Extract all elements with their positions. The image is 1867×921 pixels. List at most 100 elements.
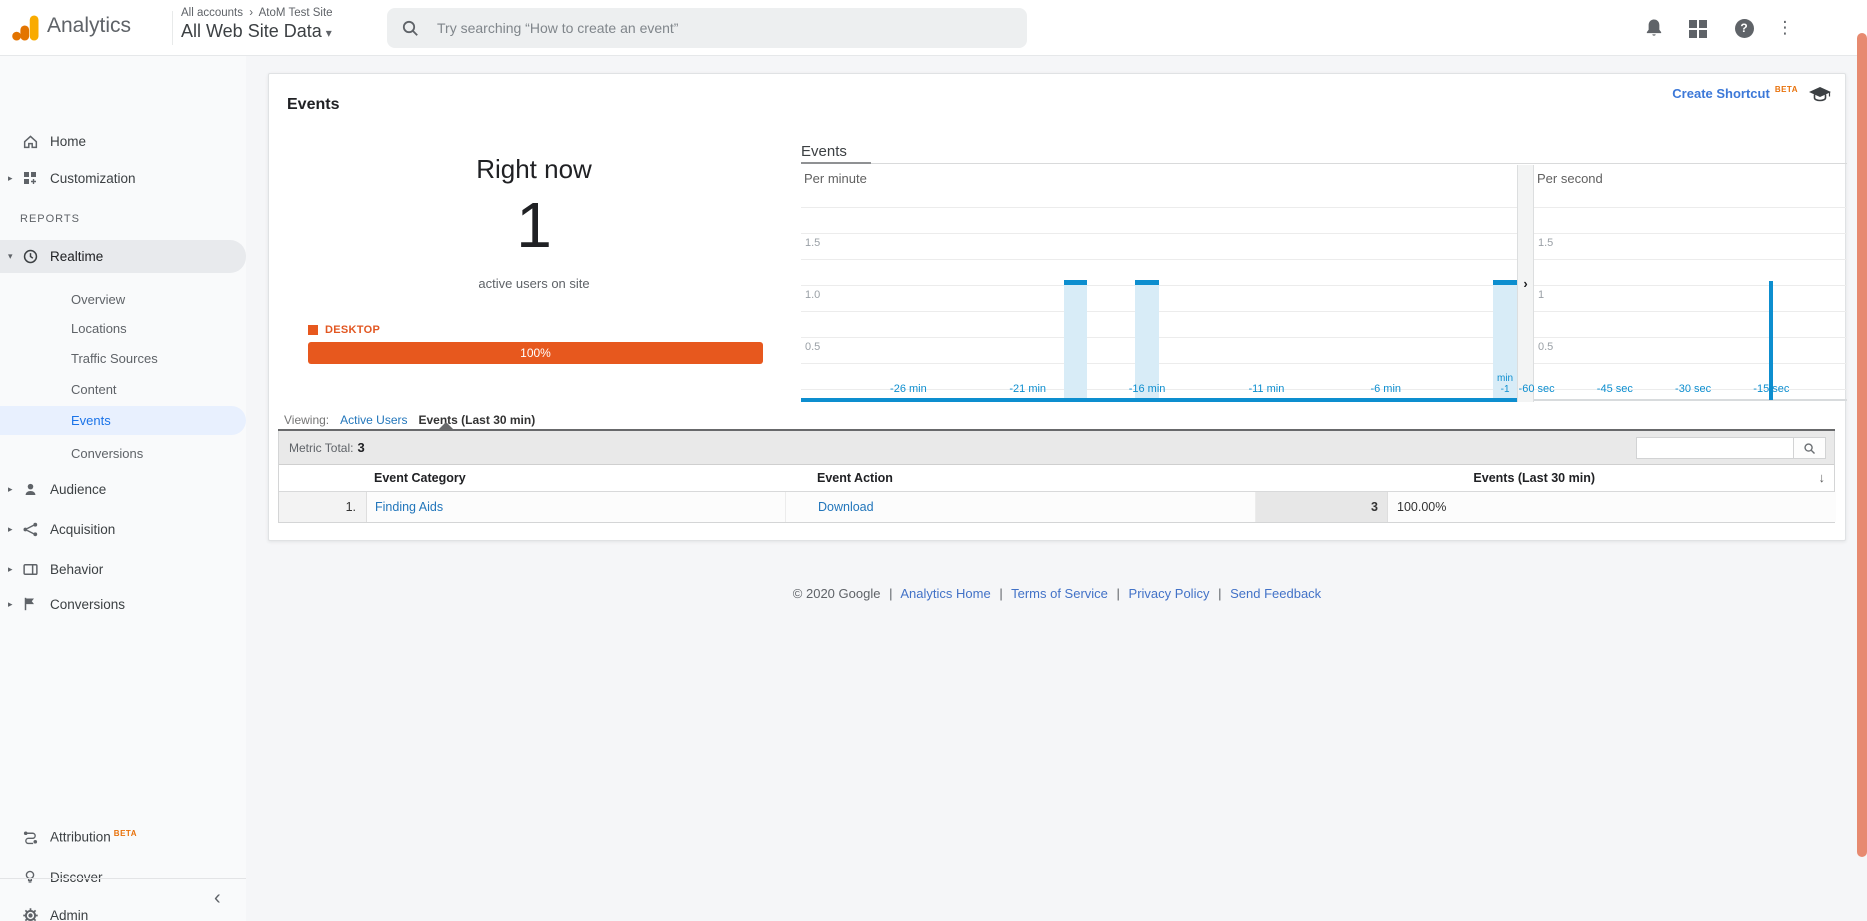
table-search-button[interactable]: [1794, 437, 1826, 459]
chart-title-underline: [801, 162, 871, 164]
grid-line: [801, 285, 1517, 286]
chart-title-divider: [801, 163, 1847, 164]
x-tick-label: -60 sec: [1519, 383, 1555, 395]
x-axis-line: [801, 398, 1517, 402]
tab-events-last-30-min[interactable]: Events (Last 30 min): [419, 413, 536, 427]
scrollbar-thumb[interactable]: [1857, 33, 1867, 857]
footer-link-terms[interactable]: Terms of Service: [1011, 586, 1108, 601]
grid-line: [1534, 207, 1847, 208]
search-input[interactable]: [437, 20, 997, 36]
viewing-label: Viewing:: [284, 413, 329, 427]
sidebar-item-label: Behavior: [50, 562, 103, 577]
sidebar-item-admin[interactable]: Admin: [0, 900, 246, 921]
sidebar-item-traffic-sources[interactable]: Traffic Sources: [0, 344, 246, 373]
analytics-logo-icon[interactable]: [11, 13, 41, 43]
copyright: © 2020 Google: [793, 586, 881, 601]
footer-link-privacy[interactable]: Privacy Policy: [1129, 586, 1210, 601]
kebab-glyph: ⋮: [1777, 18, 1794, 38]
sidebar-item-realtime[interactable]: ▾ Realtime: [0, 240, 246, 273]
footer-separator: |: [1117, 586, 1120, 601]
sidebar-item-conversions[interactable]: ▸ Conversions: [0, 589, 246, 619]
property-selector[interactable]: All Web Site Data▾: [181, 21, 333, 42]
y-tick-label: 0.5: [805, 341, 820, 353]
events-table: Metric Total: 3 Event Category: [278, 431, 1835, 523]
sidebar-item-attribution[interactable]: AttributionBETA: [0, 822, 246, 852]
main-content: Events Create Shortcut BETA Right now 1 …: [246, 56, 1867, 921]
analytics-app: Analytics All accounts › AtoM Test Site …: [0, 0, 1867, 921]
per-minute-chart: 0.51.01.5-26 min-21 min-16 min-11 min-6 …: [801, 169, 1517, 402]
route-icon: [21, 828, 39, 846]
sidebar-item-label: Discover: [50, 870, 103, 885]
expand-icon: ▸: [8, 173, 13, 184]
sidebar-item-events[interactable]: Events: [0, 406, 246, 435]
sidebar-item-customization[interactable]: ▸ Customization: [0, 163, 246, 193]
sidebar-item-acquisition[interactable]: ▸ Acquisition: [0, 514, 246, 544]
question-mark-glyph: ?: [1735, 19, 1754, 38]
footer-link-feedback[interactable]: Send Feedback: [1230, 586, 1321, 601]
gear-icon: [21, 906, 39, 921]
column-header-event-category[interactable]: Event Category: [374, 471, 466, 485]
more-options-icon[interactable]: ⋮: [1772, 15, 1798, 41]
event-category-link[interactable]: Finding Aids: [375, 500, 443, 514]
breadcrumb-site[interactable]: AtoM Test Site: [259, 7, 333, 19]
grid-line: [801, 363, 1517, 364]
grid-line: [801, 337, 1517, 338]
sidebar-item-label: Acquisition: [50, 522, 115, 537]
metric-total-label: Metric Total:: [289, 441, 353, 455]
breadcrumb-accounts[interactable]: All accounts: [181, 7, 243, 19]
sidebar-item-audience[interactable]: ▸ Audience: [0, 474, 246, 504]
clock-icon: [21, 248, 39, 266]
window-icon: [21, 560, 39, 578]
current-minute-label: min-1: [1497, 373, 1513, 395]
x-tick-label: -21 min: [1009, 383, 1046, 395]
sidebar-item-locations[interactable]: Locations: [0, 314, 246, 343]
left-sidebar: Home ▸ Customization REPORTS ▾: [0, 56, 246, 921]
grid-line: [1534, 285, 1847, 286]
table-search-input[interactable]: [1636, 437, 1794, 459]
footer-separator: |: [1218, 586, 1221, 601]
sort-descending-icon[interactable]: ↓: [1819, 470, 1826, 485]
x-axis-line: [1534, 399, 1847, 401]
sidebar-item-discover[interactable]: Discover: [0, 862, 246, 892]
notifications-bell-icon[interactable]: [1641, 15, 1667, 41]
event-bar: [1064, 280, 1088, 398]
grid-line: [801, 233, 1517, 234]
row-events-percent: 100.00%: [1388, 492, 1836, 522]
sidebar-item-label: Admin: [50, 908, 88, 921]
sidebar-item-label: Audience: [50, 482, 106, 497]
per-minute-label: Per minute: [804, 171, 867, 186]
create-shortcut-button[interactable]: Create Shortcut: [1672, 86, 1770, 101]
desktop-percent-value: 100%: [520, 346, 551, 360]
chart-split-handle[interactable]: ›: [1517, 165, 1534, 402]
help-icon[interactable]: ?: [1731, 15, 1757, 41]
sidebar-item-overview[interactable]: Overview: [0, 285, 246, 314]
sidebar-item-conversions-realtime[interactable]: Conversions: [0, 439, 246, 468]
collapse-icon: ▾: [8, 251, 13, 262]
footer-link-analytics-home[interactable]: Analytics Home: [900, 586, 990, 601]
column-header-event-action[interactable]: Event Action: [817, 471, 893, 485]
sidebar-item-content[interactable]: Content: [0, 375, 246, 404]
grid-line: [1534, 363, 1847, 364]
sidebar-item-label: AttributionBETA: [50, 829, 137, 845]
page-footer: © 2020 Google | Analytics Home | Terms o…: [268, 586, 1846, 601]
row-events-count: 3: [1256, 492, 1388, 522]
expand-icon: ▸: [8, 484, 13, 495]
desktop-legend-label: DESKTOP: [325, 324, 380, 336]
sidebar-item-behavior[interactable]: ▸ Behavior: [0, 554, 246, 584]
event-action-link[interactable]: Download: [818, 500, 874, 514]
events-report-card: Events Create Shortcut BETA Right now 1 …: [268, 73, 1846, 541]
sidebar-item-label: Customization: [50, 171, 136, 186]
grid-line: [1534, 259, 1847, 260]
sidebar-item-label: Conversions: [50, 597, 125, 612]
per-second-chart: 0.511.5-60 sec-45 sec-30 sec-15 sec: [1534, 169, 1847, 402]
x-tick-label: -11 min: [1248, 383, 1284, 395]
column-header-events[interactable]: Events (Last 30 min): [1473, 471, 1595, 485]
collapse-sidebar-icon[interactable]: ‹: [214, 887, 221, 910]
product-name: Analytics: [47, 14, 131, 38]
breadcrumb-separator-icon: ›: [249, 7, 253, 19]
apps-grid-icon[interactable]: [1685, 15, 1711, 41]
graduation-cap-icon[interactable]: [1809, 87, 1831, 102]
tab-active-users[interactable]: Active Users: [340, 413, 407, 427]
sidebar-item-home[interactable]: Home: [0, 126, 246, 156]
active-users-caption: active users on site: [269, 276, 799, 291]
